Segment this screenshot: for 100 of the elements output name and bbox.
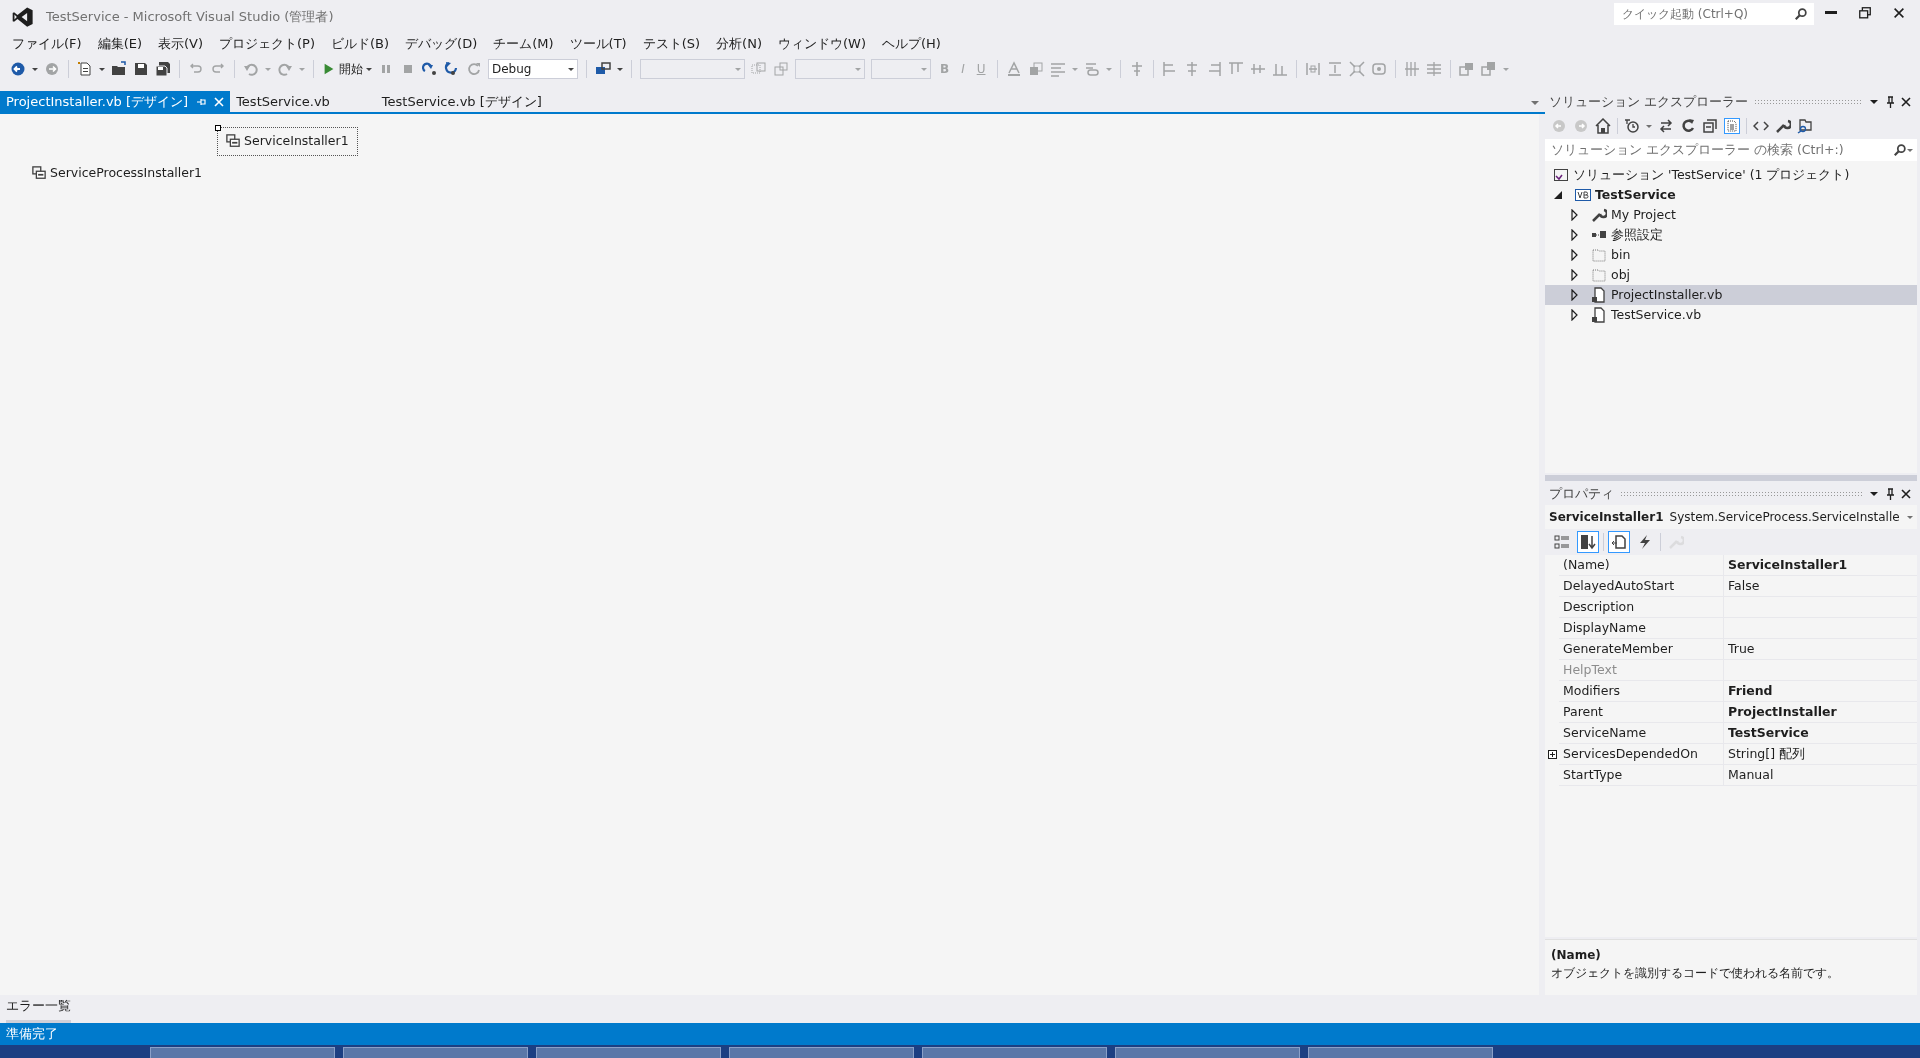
object-selector[interactable]: ServiceInstaller1 System.ServiceProcess.ServiceInstalle [1545, 505, 1917, 529]
tree-item[interactable]: obj [1545, 265, 1917, 285]
property-value[interactable]: TestService [1728, 723, 1809, 743]
horizontal-spacing-icon[interactable] [1403, 61, 1420, 77]
device-icon[interactable] [595, 61, 611, 77]
menu-item[interactable]: チーム(M) [485, 32, 562, 56]
taskbar-button[interactable] [150, 1047, 335, 1058]
fill-color-icon[interactable] [1027, 61, 1044, 77]
link-icon[interactable] [1083, 61, 1100, 77]
send-to-back-icon[interactable] [1480, 61, 1497, 77]
close-icon[interactable] [1901, 489, 1911, 499]
view-designer-icon[interactable] [1797, 118, 1813, 134]
folder-icon [1591, 247, 1607, 263]
same-height-icon[interactable] [1326, 61, 1343, 77]
document-tab[interactable]: TestService.vb [デザイン] [375, 91, 548, 112]
taskbar-button[interactable] [922, 1047, 1107, 1058]
send-backward-icon[interactable] [773, 61, 789, 77]
new-project-icon[interactable] [77, 61, 93, 77]
history-icon[interactable] [1624, 118, 1640, 134]
dropdown-caret-icon [921, 67, 927, 71]
dropdown-caret-icon[interactable] [1869, 489, 1879, 499]
tree-item[interactable]: ProjectInstaller.vb [1545, 285, 1917, 305]
tree-item[interactable]: My Project [1545, 205, 1917, 225]
close-icon [1892, 5, 1906, 20]
property-value[interactable]: ProjectInstaller [1728, 702, 1837, 722]
dropdown-caret-icon[interactable] [99, 67, 105, 71]
designer-component[interactable]: ServiceInstaller1 [217, 127, 358, 156]
menu-item[interactable]: ツール(T) [561, 32, 635, 56]
align-left-icon[interactable] [1161, 61, 1178, 77]
close-icon[interactable] [1901, 97, 1911, 107]
dropdown-caret-icon[interactable] [1869, 97, 1879, 107]
step-into-icon[interactable] [444, 61, 460, 77]
property-value[interactable]: False [1728, 576, 1760, 596]
size-to-grid-icon[interactable] [1370, 61, 1387, 77]
tree-item[interactable]: ソリューション 'TestService' (1 プロジェクト) [1545, 165, 1917, 185]
expanded-arrow-icon[interactable] [1553, 189, 1565, 201]
expand-icon[interactable] [1547, 750, 1557, 759]
menu-item[interactable]: ビルド(B) [323, 32, 398, 56]
pin-icon[interactable] [1885, 96, 1895, 108]
dropdown-caret-icon[interactable] [617, 67, 623, 71]
tree-item[interactable]: TestService [1545, 185, 1917, 205]
bring-to-front-icon[interactable] [1458, 61, 1475, 77]
toolbar-toggle-button[interactable] [1608, 531, 1630, 553]
redo-arrow-icon[interactable] [277, 61, 293, 77]
document-tab[interactable]: TestService.vb [230, 91, 336, 112]
menu-item[interactable]: 表示(V) [150, 32, 212, 56]
menu-item[interactable]: ウィンドウ(W) [770, 32, 874, 56]
menu-item[interactable]: 分析(N) [708, 32, 770, 56]
open-folder-icon[interactable] [111, 61, 127, 77]
configuration-dropdown[interactable]: Debug [488, 59, 578, 79]
taskbar-button[interactable] [536, 1047, 721, 1058]
tree-item[interactable]: 参照設定 [1545, 225, 1917, 245]
menu-item[interactable]: デバッグ(D) [397, 32, 486, 56]
property-value[interactable]: String[] 配列 [1728, 744, 1806, 764]
align-middle-icon[interactable] [1249, 61, 1266, 77]
restart-icon[interactable] [466, 61, 482, 77]
save-icon[interactable] [133, 61, 149, 77]
refresh-icon[interactable] [1680, 118, 1696, 134]
tree-item[interactable]: TestService.vb [1545, 305, 1917, 325]
forward-icon[interactable] [1573, 118, 1589, 134]
selection-handle[interactable] [215, 125, 221, 131]
sync-icon[interactable] [1658, 118, 1674, 134]
dropdown-caret-icon[interactable] [32, 67, 38, 71]
text-align-icon[interactable] [1049, 61, 1066, 77]
property-value[interactable]: Friend [1728, 681, 1773, 701]
property-value[interactable]: True [1728, 639, 1755, 659]
quick-launch-field[interactable]: クイック起動 (Ctrl+Q) [1614, 2, 1814, 25]
forward-icon[interactable] [44, 61, 60, 77]
property-value[interactable]: Manual [1728, 765, 1774, 785]
back-icon[interactable] [10, 61, 26, 77]
bring-forward-icon[interactable] [751, 61, 767, 77]
menu-item[interactable]: テスト(S) [634, 32, 709, 56]
pin-icon[interactable] [1885, 488, 1895, 500]
align-bottom-icon[interactable] [1271, 61, 1288, 77]
undo-arrow-icon[interactable] [243, 61, 259, 77]
vertical-spacing-icon[interactable] [1425, 61, 1442, 77]
home-icon[interactable] [1595, 118, 1611, 134]
menu-item[interactable]: プロジェクト(P) [211, 32, 323, 56]
start-button[interactable]: 開始 [322, 60, 372, 78]
taskbar-button[interactable] [1308, 1047, 1493, 1058]
menu-item[interactable]: ヘルプ(H) [874, 32, 949, 56]
taskbar-button[interactable] [1115, 1047, 1300, 1058]
dropdown-caret-icon [855, 67, 861, 71]
designer-component[interactable]: ServiceProcessInstaller1 [24, 160, 211, 187]
tree-item[interactable]: bin [1545, 245, 1917, 265]
taskbar-button[interactable] [343, 1047, 528, 1058]
show-all-files-icon[interactable] [1724, 118, 1740, 134]
search-field[interactable]: ソリューション エクスプローラー の検索 (Ctrl+:) [1545, 139, 1917, 161]
align-top-icon[interactable] [1227, 61, 1244, 77]
toolbar-toggle-button[interactable] [1577, 531, 1599, 553]
same-width-icon[interactable] [1304, 61, 1321, 77]
menu-item[interactable]: 編集(E) [89, 32, 150, 56]
step-over-icon[interactable] [422, 61, 438, 77]
taskbar-button[interactable] [729, 1047, 914, 1058]
font-color-icon[interactable] [1005, 61, 1022, 77]
collapse-all-icon[interactable] [1702, 118, 1718, 134]
property-value[interactable]: ServiceInstaller1 [1728, 555, 1848, 575]
save-all-icon[interactable] [155, 61, 171, 77]
same-size-icon[interactable] [1348, 61, 1365, 77]
menu-item[interactable]: ファイル(F) [4, 32, 90, 56]
